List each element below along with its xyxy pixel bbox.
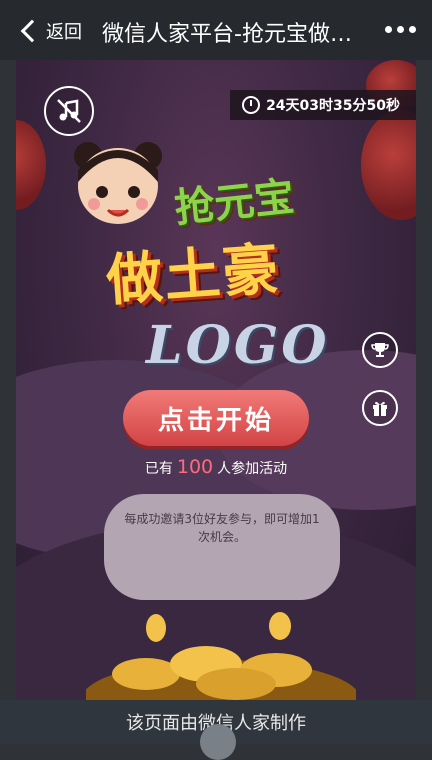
lantern-decoration <box>16 120 46 210</box>
countdown-timer: 24天03时35分50秒 <box>230 90 416 120</box>
more-dot-icon <box>397 26 404 33</box>
back-label: 返回 <box>46 22 82 43</box>
more-dot-icon <box>409 26 416 33</box>
more-dot-icon <box>385 26 392 33</box>
more-button[interactable] <box>385 20 416 39</box>
back-button[interactable]: 返回 <box>18 14 82 48</box>
title-main: 做土豪 <box>104 236 283 314</box>
game-stage: 抢元宝 做土豪 LOGO 24天03时35分50秒 点击开始 已有 100 人参… <box>16 60 416 700</box>
participants-prefix: 已有 <box>144 461 173 477</box>
floating-ball[interactable] <box>200 724 236 760</box>
logo: LOGO <box>146 315 330 376</box>
countdown-text: 24天03时35分50秒 <box>266 98 400 114</box>
girl-illustration <box>74 142 162 224</box>
music-toggle-button[interactable] <box>44 86 94 136</box>
invite-rule-text: 每成功邀请3位好友参与，即可增加1次机会。 <box>124 512 320 544</box>
participants-text: 已有 100 人参加活动 <box>16 456 416 478</box>
music-off-icon <box>57 99 81 123</box>
trophy-icon <box>371 343 389 357</box>
clock-icon <box>242 96 261 114</box>
gold-ingot-pile <box>86 612 356 700</box>
gift-icon <box>373 401 387 416</box>
participants-count: 100 <box>176 456 214 478</box>
participants-suffix: 人参加活动 <box>217 461 288 477</box>
lantern-decoration <box>361 110 416 220</box>
prize-button[interactable] <box>362 390 398 426</box>
start-button[interactable]: 点击开始 <box>123 390 309 446</box>
chevron-left-icon <box>20 19 44 43</box>
rank-button[interactable] <box>362 332 398 368</box>
page-title: 微信人家平台-抢元宝做土豪 <box>102 22 364 47</box>
title-top: 抢元宝 <box>172 172 297 233</box>
nav-bar: 返回 微信人家平台-抢元宝做土豪 <box>0 0 432 60</box>
